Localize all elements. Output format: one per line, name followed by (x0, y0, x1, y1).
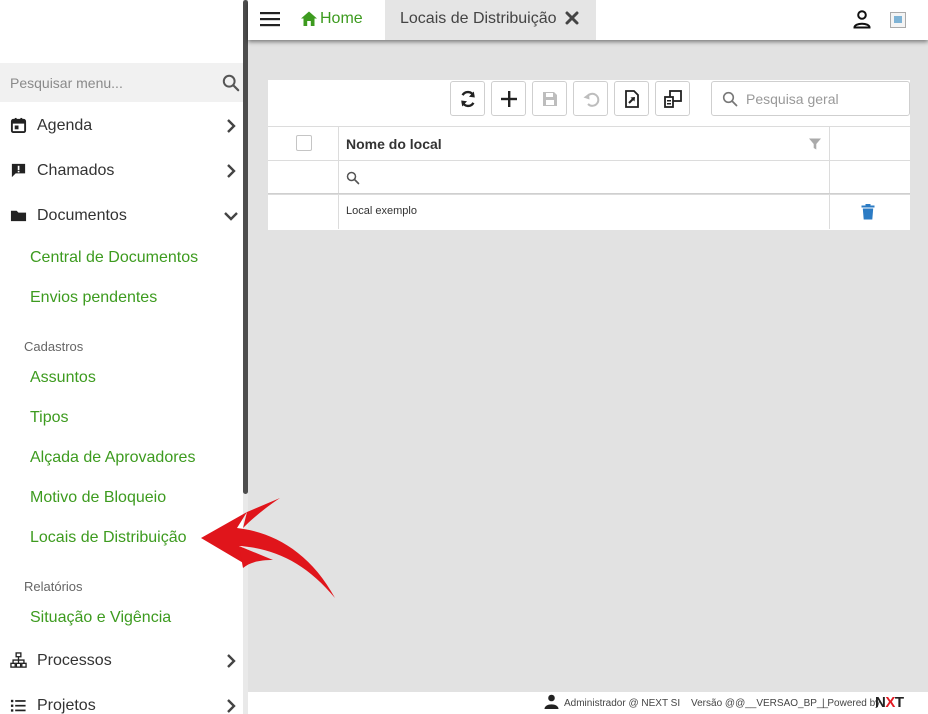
chevron-right-icon (227, 119, 236, 133)
table-row[interactable]: Local exemplo (268, 194, 910, 229)
search-icon[interactable] (222, 74, 240, 92)
section-label-relatorios: Relatórios (24, 579, 83, 594)
sidebar-logo-area (0, 0, 243, 63)
sitemap-icon (10, 652, 27, 668)
submenu-motivo-de-bloqueio[interactable]: Motivo de Bloqueio (30, 489, 166, 513)
footer-powered-by: | Powered by (822, 698, 881, 709)
filter-icon[interactable] (808, 137, 822, 151)
menu-item-chamados[interactable]: Chamados (0, 151, 243, 191)
submenu-situacao-e-vigencia[interactable]: Situação e Vigência (30, 609, 171, 633)
undo-icon (583, 92, 600, 107)
user-icon (544, 694, 559, 709)
copy-layout-icon (664, 90, 682, 108)
menu-search-input[interactable] (0, 63, 215, 102)
search-icon (346, 171, 360, 185)
trash-icon[interactable] (861, 204, 875, 220)
hamburger-menu-icon[interactable] (260, 11, 280, 27)
column-filter-input[interactable] (365, 165, 815, 189)
add-button[interactable] (491, 81, 526, 116)
sidebar: Agenda Chamados Documentos Central de Do… (0, 0, 243, 714)
global-search-input[interactable] (746, 82, 906, 115)
filter-name-cell (339, 161, 830, 193)
list-icon (10, 699, 26, 712)
logo-letter-x: X (885, 694, 895, 711)
undo-button[interactable] (573, 81, 608, 116)
submenu-tipos[interactable]: Tipos (30, 409, 69, 433)
home-icon (301, 11, 317, 26)
footer-user: Administrador @ NEXT SI (564, 698, 681, 709)
row-name-cell[interactable]: Local exemplo (339, 195, 830, 229)
data-grid: Nome do local Local exemplo (268, 126, 910, 229)
broken-image-icon[interactable] (890, 12, 906, 28)
global-search (711, 81, 910, 116)
grid-panel: Nome do local Local exemplo (268, 80, 910, 230)
logo-letter-t: T (894, 694, 904, 711)
row-check-cell[interactable] (268, 195, 339, 229)
top-header: Home Locais de Distribuição (248, 0, 928, 40)
menu-item-label: Documentos (37, 207, 127, 224)
save-icon (543, 92, 557, 106)
columns-button[interactable] (655, 81, 690, 116)
plus-icon (501, 91, 517, 107)
grid-header-row: Nome do local (268, 126, 910, 160)
menu-item-label: Agenda (37, 117, 93, 134)
calendar-icon (10, 117, 27, 134)
menu-item-projetos[interactable]: Projetos (0, 686, 243, 714)
chevron-right-icon (227, 164, 236, 178)
row-actions-cell (830, 195, 910, 229)
save-button[interactable] (532, 81, 567, 116)
refresh-button[interactable] (450, 81, 485, 116)
toolbar (268, 80, 910, 126)
search-icon (722, 91, 738, 107)
tab-locais-de-distribuicao[interactable]: Locais de Distribuição (385, 0, 596, 40)
submenu-alcada-de-aprovadores[interactable]: Alçada de Aprovadores (30, 449, 195, 473)
filter-actions-cell (830, 161, 910, 193)
tab-home[interactable]: Home (300, 0, 363, 38)
submenu-envios-pendentes[interactable]: Envios pendentes (30, 289, 157, 313)
column-header-nome-do-local[interactable]: Nome do local (346, 136, 442, 152)
main-content: Nome do local Local exemplo (248, 40, 928, 692)
close-icon[interactable] (565, 11, 579, 25)
menu-item-documentos[interactable]: Documentos (0, 196, 243, 236)
footer: Administrador @ NEXT SI Versão @@__VERSA… (248, 692, 928, 714)
export-button[interactable] (614, 81, 649, 116)
submenu-locais-de-distribuicao[interactable]: Locais de Distribuição (30, 529, 187, 553)
menu-item-label: Projetos (37, 697, 96, 714)
chevron-down-icon (224, 212, 238, 221)
menu-item-label: Processos (37, 652, 112, 669)
filter-check-cell (268, 161, 339, 193)
folder-icon (10, 210, 27, 222)
submenu-central-de-documentos[interactable]: Central de Documentos (30, 249, 198, 273)
section-label-cadastros: Cadastros (24, 339, 84, 354)
tab-home-label: Home (320, 10, 363, 27)
menu-item-label: Chamados (37, 162, 115, 179)
select-all-checkbox[interactable] (296, 135, 312, 151)
file-export-icon (625, 90, 639, 108)
header-check-cell (268, 127, 339, 160)
tab-label: Locais de Distribuição (400, 10, 557, 27)
user-icon[interactable] (852, 9, 872, 29)
chevron-right-icon (227, 654, 236, 668)
menu-item-processos[interactable]: Processos (0, 641, 243, 681)
header-actions-cell (830, 127, 910, 160)
header-name-cell[interactable]: Nome do local (339, 127, 830, 160)
menu-search (0, 63, 243, 102)
menu-item-agenda[interactable]: Agenda (0, 106, 243, 146)
chevron-right-icon (227, 699, 236, 713)
refresh-icon (461, 90, 475, 108)
footer-version: Versão @@__VERSAO_BP__ (691, 698, 829, 709)
feedback-icon (11, 163, 26, 178)
submenu-assuntos[interactable]: Assuntos (30, 369, 96, 393)
logo-letter-n: N (875, 694, 886, 711)
next-logo: NXT (875, 694, 904, 711)
grid-filter-row (268, 160, 910, 194)
cell-nome-do-local: Local exemplo (346, 205, 417, 217)
